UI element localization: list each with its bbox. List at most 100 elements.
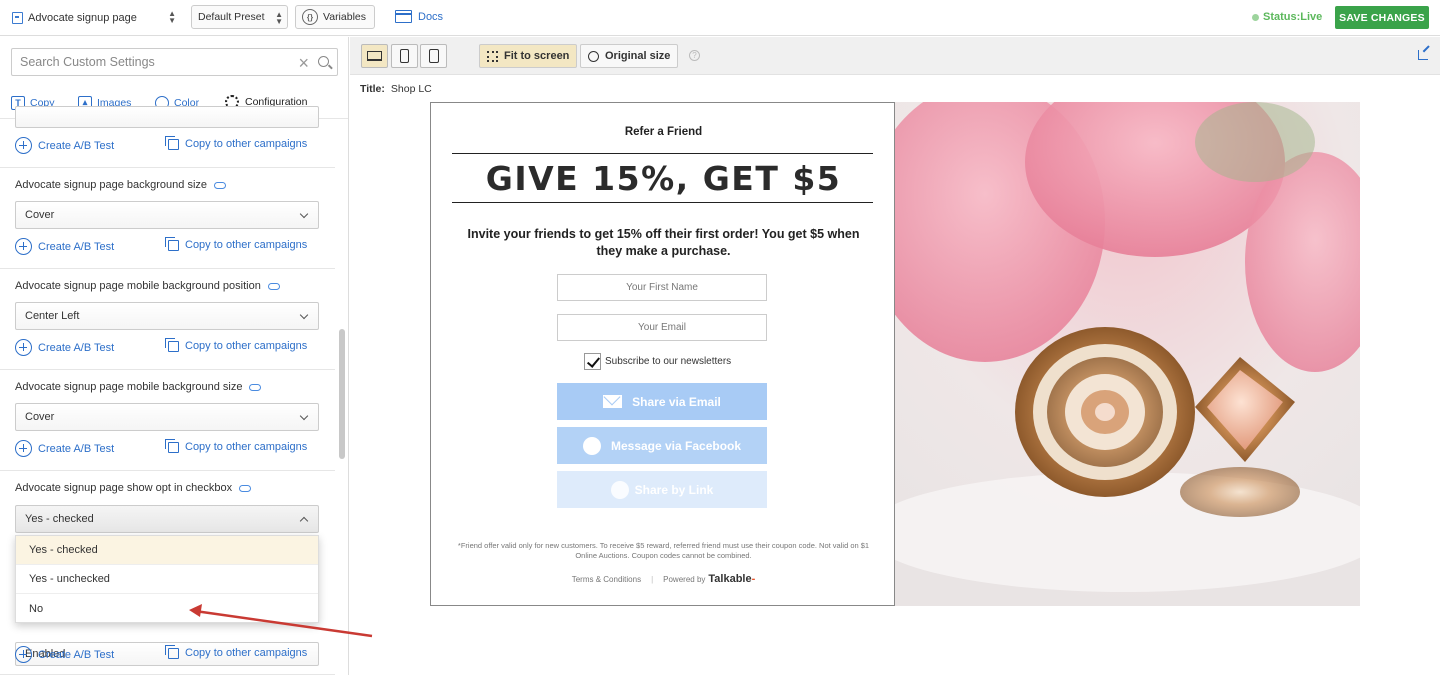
setting-section: Create A/B Test Copy to other campaigns bbox=[0, 106, 335, 168]
docs-link[interactable]: Docs bbox=[395, 10, 443, 23]
docs-label: Docs bbox=[418, 10, 444, 23]
subscribe-checkbox[interactable]: Subscribe to our newsletters bbox=[584, 353, 731, 370]
email-field[interactable]: Your Email bbox=[557, 314, 767, 341]
envelope-icon bbox=[603, 395, 623, 408]
create-ab-label: Create A/B Test bbox=[38, 240, 115, 253]
copy-label: Copy to other campaigns bbox=[185, 647, 308, 659]
fit-icon bbox=[487, 50, 498, 62]
status-indicator: Status:Live bbox=[1252, 11, 1322, 23]
fit-to-screen-button[interactable]: Fit to screen bbox=[479, 44, 578, 68]
add-icon bbox=[15, 137, 32, 154]
link-icon[interactable] bbox=[214, 181, 227, 189]
card-subtext: Invite your friends to get 15% off their… bbox=[467, 227, 860, 258]
dropdown-option[interactable]: Yes - unchecked bbox=[16, 565, 318, 594]
external-link-icon[interactable] bbox=[1418, 50, 1428, 60]
link-icon[interactable] bbox=[267, 282, 280, 290]
terms-link[interactable]: Terms & Conditions bbox=[572, 575, 641, 584]
section-actions: Create A/B Test Copy to other campaigns bbox=[15, 337, 325, 357]
add-icon bbox=[15, 440, 32, 457]
share-email-button[interactable]: Share via Email bbox=[557, 383, 767, 420]
copy-to-campaigns-button[interactable]: Copy to other campaigns bbox=[165, 438, 307, 453]
first-name-field[interactable]: Your First Name bbox=[557, 274, 767, 301]
search-icon[interactable] bbox=[318, 56, 329, 67]
create-ab-test-button[interactable]: Create A/B Test bbox=[15, 238, 114, 255]
messenger-icon bbox=[582, 436, 601, 455]
create-ab-label: Create A/B Test bbox=[38, 341, 115, 354]
setting-label-text: Advocate signup page mobile background s… bbox=[15, 381, 243, 393]
section-actions: Create A/B Test Copy to other campaigns bbox=[15, 438, 325, 458]
phone-icon bbox=[400, 49, 409, 63]
card-eyebrow: Refer a Friend bbox=[624, 126, 703, 138]
title-value: Shop LC bbox=[390, 83, 432, 95]
settings-sidebar: Search Custom Settings × T Copy ▴ Images… bbox=[0, 37, 349, 675]
share-link-button[interactable]: Share by Link bbox=[557, 471, 767, 508]
card-footer: Terms & Conditions | Powered by Talkable… bbox=[571, 573, 756, 585]
clear-icon[interactable]: × bbox=[298, 53, 309, 74]
add-icon bbox=[15, 339, 32, 356]
desktop-view-button[interactable] bbox=[361, 44, 388, 68]
setting-label-text: Advocate signup page mobile background p… bbox=[15, 280, 261, 292]
original-size-button[interactable]: Original size bbox=[580, 44, 679, 68]
setting-select[interactable]: Cover bbox=[15, 201, 319, 229]
box-icon bbox=[395, 10, 412, 23]
copy-to-campaigns-button[interactable]: Copy to other campaigns bbox=[165, 644, 308, 659]
select-value: Cover bbox=[25, 209, 55, 221]
copy-icon bbox=[165, 438, 179, 453]
share-link-label: Share by Link bbox=[634, 482, 714, 497]
preset-select[interactable]: Default Preset ▲ ▼ bbox=[191, 5, 288, 29]
setting-select[interactable]: Center Left bbox=[15, 302, 319, 330]
link-icon[interactable] bbox=[249, 383, 262, 391]
page-select[interactable]: Advocate signup page ▲ ▼ bbox=[12, 7, 180, 29]
copy-label: Copy to other campaigns bbox=[185, 138, 308, 150]
original-label: Original size bbox=[605, 50, 671, 62]
preview-title: Title: Shop LC bbox=[360, 83, 432, 95]
create-ab-test-button[interactable]: Create A/B Test bbox=[15, 339, 114, 356]
chevron-down-icon bbox=[299, 310, 309, 320]
create-ab-label: Create A/B Test bbox=[38, 139, 115, 152]
select-value: Yes - checked bbox=[25, 513, 94, 525]
top-toolbar: Advocate signup page ▲ ▼ Default Preset ▲… bbox=[0, 0, 1440, 36]
tablet-icon bbox=[428, 49, 439, 63]
create-ab-test-button[interactable]: Create A/B Test bbox=[15, 137, 114, 154]
share-facebook-button[interactable]: Message via Facebook bbox=[557, 427, 767, 464]
search-input[interactable]: Search Custom Settings × bbox=[11, 48, 338, 76]
setting-label: Advocate signup page mobile background p… bbox=[15, 280, 280, 292]
search-placeholder: Search Custom Settings bbox=[20, 55, 155, 69]
annotation-arrow bbox=[189, 604, 373, 638]
create-ab-test-button[interactable]: Create A/B Test bbox=[15, 440, 114, 457]
checkmark-icon bbox=[584, 353, 601, 370]
setting-section: Advocate signup page mobile background s… bbox=[0, 370, 335, 471]
save-changes-button[interactable]: SAVE CHANGES bbox=[1335, 6, 1429, 29]
fit-label: Fit to screen bbox=[504, 50, 570, 62]
variables-label: Variables bbox=[323, 11, 366, 23]
setting-label-text: Advocate signup page show opt in checkbo… bbox=[15, 482, 233, 494]
help-icon[interactable]: ? bbox=[689, 50, 700, 61]
divider bbox=[452, 153, 873, 154]
add-icon bbox=[15, 646, 32, 663]
preset-label: Default Preset bbox=[198, 11, 265, 23]
link-icon bbox=[610, 480, 629, 499]
copy-to-campaigns-button[interactable]: Copy to other campaigns bbox=[165, 135, 308, 150]
tablet-view-button[interactable] bbox=[420, 44, 447, 68]
create-ab-label: Create A/B Test bbox=[38, 648, 115, 661]
subscribe-label: Subscribe to our newsletters bbox=[605, 356, 732, 367]
setting-select[interactable] bbox=[15, 106, 319, 128]
copy-icon bbox=[165, 337, 179, 352]
variables-icon: {} bbox=[302, 9, 318, 25]
setting-label: Advocate signup page show opt in checkbo… bbox=[15, 482, 252, 494]
copy-icon bbox=[165, 236, 179, 251]
copy-to-campaigns-button[interactable]: Copy to other campaigns bbox=[165, 337, 307, 352]
sidebar-scrollbar[interactable] bbox=[339, 329, 345, 459]
copy-to-campaigns-button[interactable]: Copy to other campaigns bbox=[165, 236, 308, 251]
setting-select[interactable]: Cover bbox=[15, 403, 319, 431]
link-icon[interactable] bbox=[239, 484, 252, 492]
opt-in-checkbox-select[interactable]: Yes - checked bbox=[15, 505, 319, 533]
mobile-view-button[interactable] bbox=[391, 44, 418, 68]
variables-button[interactable]: {} Variables bbox=[295, 5, 375, 29]
status-dot-icon bbox=[1252, 13, 1259, 21]
create-ab-test-button[interactable]: Create A/B Test bbox=[15, 646, 114, 663]
dropdown-option[interactable]: Yes - checked bbox=[16, 536, 318, 565]
copy-label: Copy to other campaigns bbox=[185, 239, 308, 251]
chevron-down-icon bbox=[299, 411, 309, 421]
setting-label-text: Advocate signup page background size bbox=[15, 179, 208, 191]
